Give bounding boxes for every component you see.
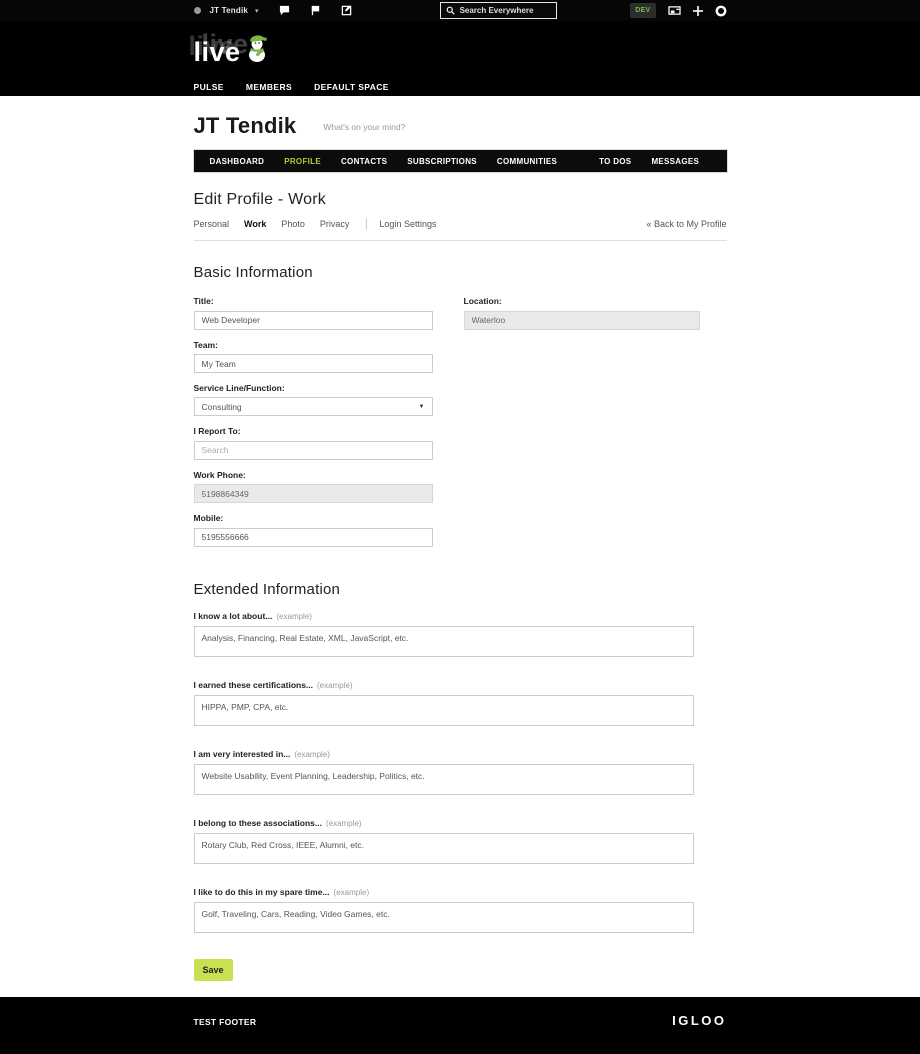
example-hint: (example) [294,750,330,759]
mobile-label: Mobile: [194,513,433,523]
mobile-field[interactable] [194,528,433,547]
edit-tabs: Personal Work Photo Privacy Login Settin… [194,218,727,241]
status-prompt[interactable]: What's on your mind? [323,122,405,132]
site-nav-members[interactable]: MEMBERS [246,82,292,92]
profile-nav-dashboard[interactable]: DASHBOARD [200,157,275,166]
location-field [464,311,700,330]
snowman-icon [245,33,271,68]
logo-text: live [194,39,241,66]
search-box[interactable] [440,2,557,19]
associations-label: I belong to these associations... [194,818,322,828]
example-hint: (example) [317,681,353,690]
profile-nav: DASHBOARD PROFILE CONTACTS SUBSCRIPTIONS… [194,150,727,172]
tab-divider [366,218,367,230]
site-nav: PULSE MEMBERS DEFAULT SPACE [194,82,727,92]
tab-login-settings[interactable]: Login Settings [379,219,436,229]
extended-information-heading: Extended Information [194,581,727,598]
know-a-lot-textarea[interactable]: Analysis, Financing, Real Estate, XML, J… [194,626,694,657]
back-to-profile-link[interactable]: « Back to My Profile [646,219,726,229]
site-nav-default-space[interactable]: DEFAULT SPACE [314,82,389,92]
spare-time-textarea[interactable]: Golf, Traveling, Cars, Reading, Video Ga… [194,902,694,933]
profile-nav-todos[interactable]: TO DOS [589,157,641,166]
save-button[interactable]: Save [194,959,233,981]
profile-name-heading: JT Tendik [194,113,297,139]
example-hint: (example) [334,888,370,897]
site-nav-pulse[interactable]: PULSE [194,82,224,92]
associations-textarea[interactable]: Rotary Club, Red Cross, IEEE, Alumni, et… [194,833,694,864]
team-label: Team: [194,340,433,350]
work-phone-label: Work Phone: [194,470,433,480]
spare-time-label: I like to do this in my spare time... [194,887,330,897]
dev-environment-badge: DEV [630,3,655,18]
select-caret-icon: ▼ [419,404,425,410]
page-footer: TEST FOOTER IGLOO [0,997,920,1054]
team-field[interactable] [194,354,433,373]
search-input[interactable] [460,6,551,15]
main-content: JT Tendik What's on your mind? DASHBOARD… [194,113,727,981]
certifications-label: I earned these certifications... [194,680,314,690]
service-line-select[interactable]: Consulting ▼ [194,397,433,416]
profile-nav-subscriptions[interactable]: SUBSCRIPTIONS [397,157,487,166]
profile-nav-profile[interactable]: PROFILE [274,157,331,166]
interested-in-textarea[interactable]: Website Usability, Event Planning, Leade… [194,764,694,795]
user-menu[interactable]: JT Tendik [210,6,249,15]
example-hint: (example) [276,612,312,621]
report-to-label: I Report To: [194,426,433,436]
chat-bubble-icon[interactable] [279,5,290,16]
example-hint: (example) [326,819,362,828]
flag-icon[interactable] [310,5,321,16]
tab-privacy[interactable]: Privacy [320,219,350,229]
site-logo[interactable]: live [194,28,727,66]
work-phone-field [194,484,433,503]
tab-personal[interactable]: Personal [194,219,230,229]
tasks-icon[interactable] [341,5,352,16]
chevron-down-icon: ▾ [255,7,259,15]
profile-nav-messages[interactable]: MESSAGES [641,157,709,166]
title-field[interactable] [194,311,433,330]
interested-in-label: I am very interested in... [194,749,291,759]
location-label: Location: [464,296,700,306]
profile-nav-contacts[interactable]: CONTACTS [331,157,397,166]
tab-work[interactable]: Work [244,219,266,229]
site-header: live PULSE MEMBERS DEFAULT SPACE [0,21,920,96]
service-line-label: Service Line/Function: [194,383,433,393]
avatar[interactable] [194,7,201,14]
add-icon[interactable] [693,6,703,16]
igloo-logo: IGLOO [672,1013,726,1028]
know-a-lot-label: I know a lot about... [194,611,273,621]
storage-icon[interactable] [668,5,681,16]
search-icon [446,6,455,15]
footer-text: TEST FOOTER [194,1017,257,1027]
page-title: Edit Profile - Work [194,191,727,209]
title-label: Title: [194,296,433,306]
certifications-textarea[interactable]: HIPPA, PMP, CPA, etc. [194,695,694,726]
gear-icon[interactable] [715,5,727,17]
top-utility-bar: JT Tendik ▾ DEV [0,0,920,21]
report-to-search-field[interactable] [194,441,433,460]
tab-photo[interactable]: Photo [281,219,305,229]
service-line-selected-value: Consulting [202,402,242,412]
basic-information-heading: Basic Information [194,264,727,281]
profile-nav-communities[interactable]: COMMUNITIES [487,157,567,166]
